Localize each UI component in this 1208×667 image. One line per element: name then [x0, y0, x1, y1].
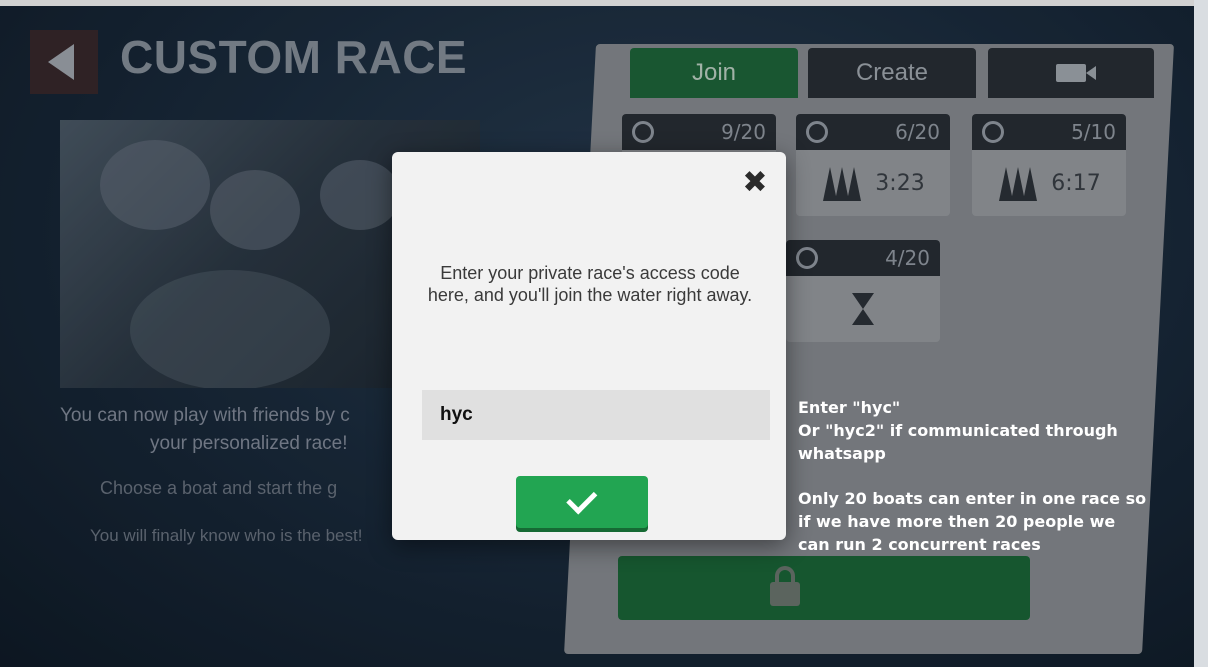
dialog-message: Enter your private race's access code he…	[427, 263, 753, 305]
access-code-dialog: ✖ Enter your private race's access code …	[392, 152, 786, 540]
access-code-input[interactable]	[422, 390, 770, 440]
annotation-line: Only 20 boats can enter in one race so	[798, 489, 1147, 508]
confirm-button[interactable]	[516, 476, 648, 528]
right-edge	[1194, 0, 1208, 667]
annotation-line: if we have more then 20 people we	[798, 512, 1116, 531]
annotation-line: Enter "hyc"	[798, 398, 901, 417]
checkmark-icon	[565, 482, 597, 515]
annotation-line: Or "hyc2" if communicated through	[798, 421, 1118, 440]
instruction-annotation: Enter "hyc" Or "hyc2" if communicated th…	[798, 396, 1198, 556]
annotation-line: can run 2 concurrent races	[798, 535, 1041, 554]
close-icon[interactable]: ✖	[738, 166, 772, 200]
game-screen: CUSTOM RACE You can now play with friend…	[0, 0, 1208, 667]
annotation-line: whatsapp	[798, 444, 886, 463]
